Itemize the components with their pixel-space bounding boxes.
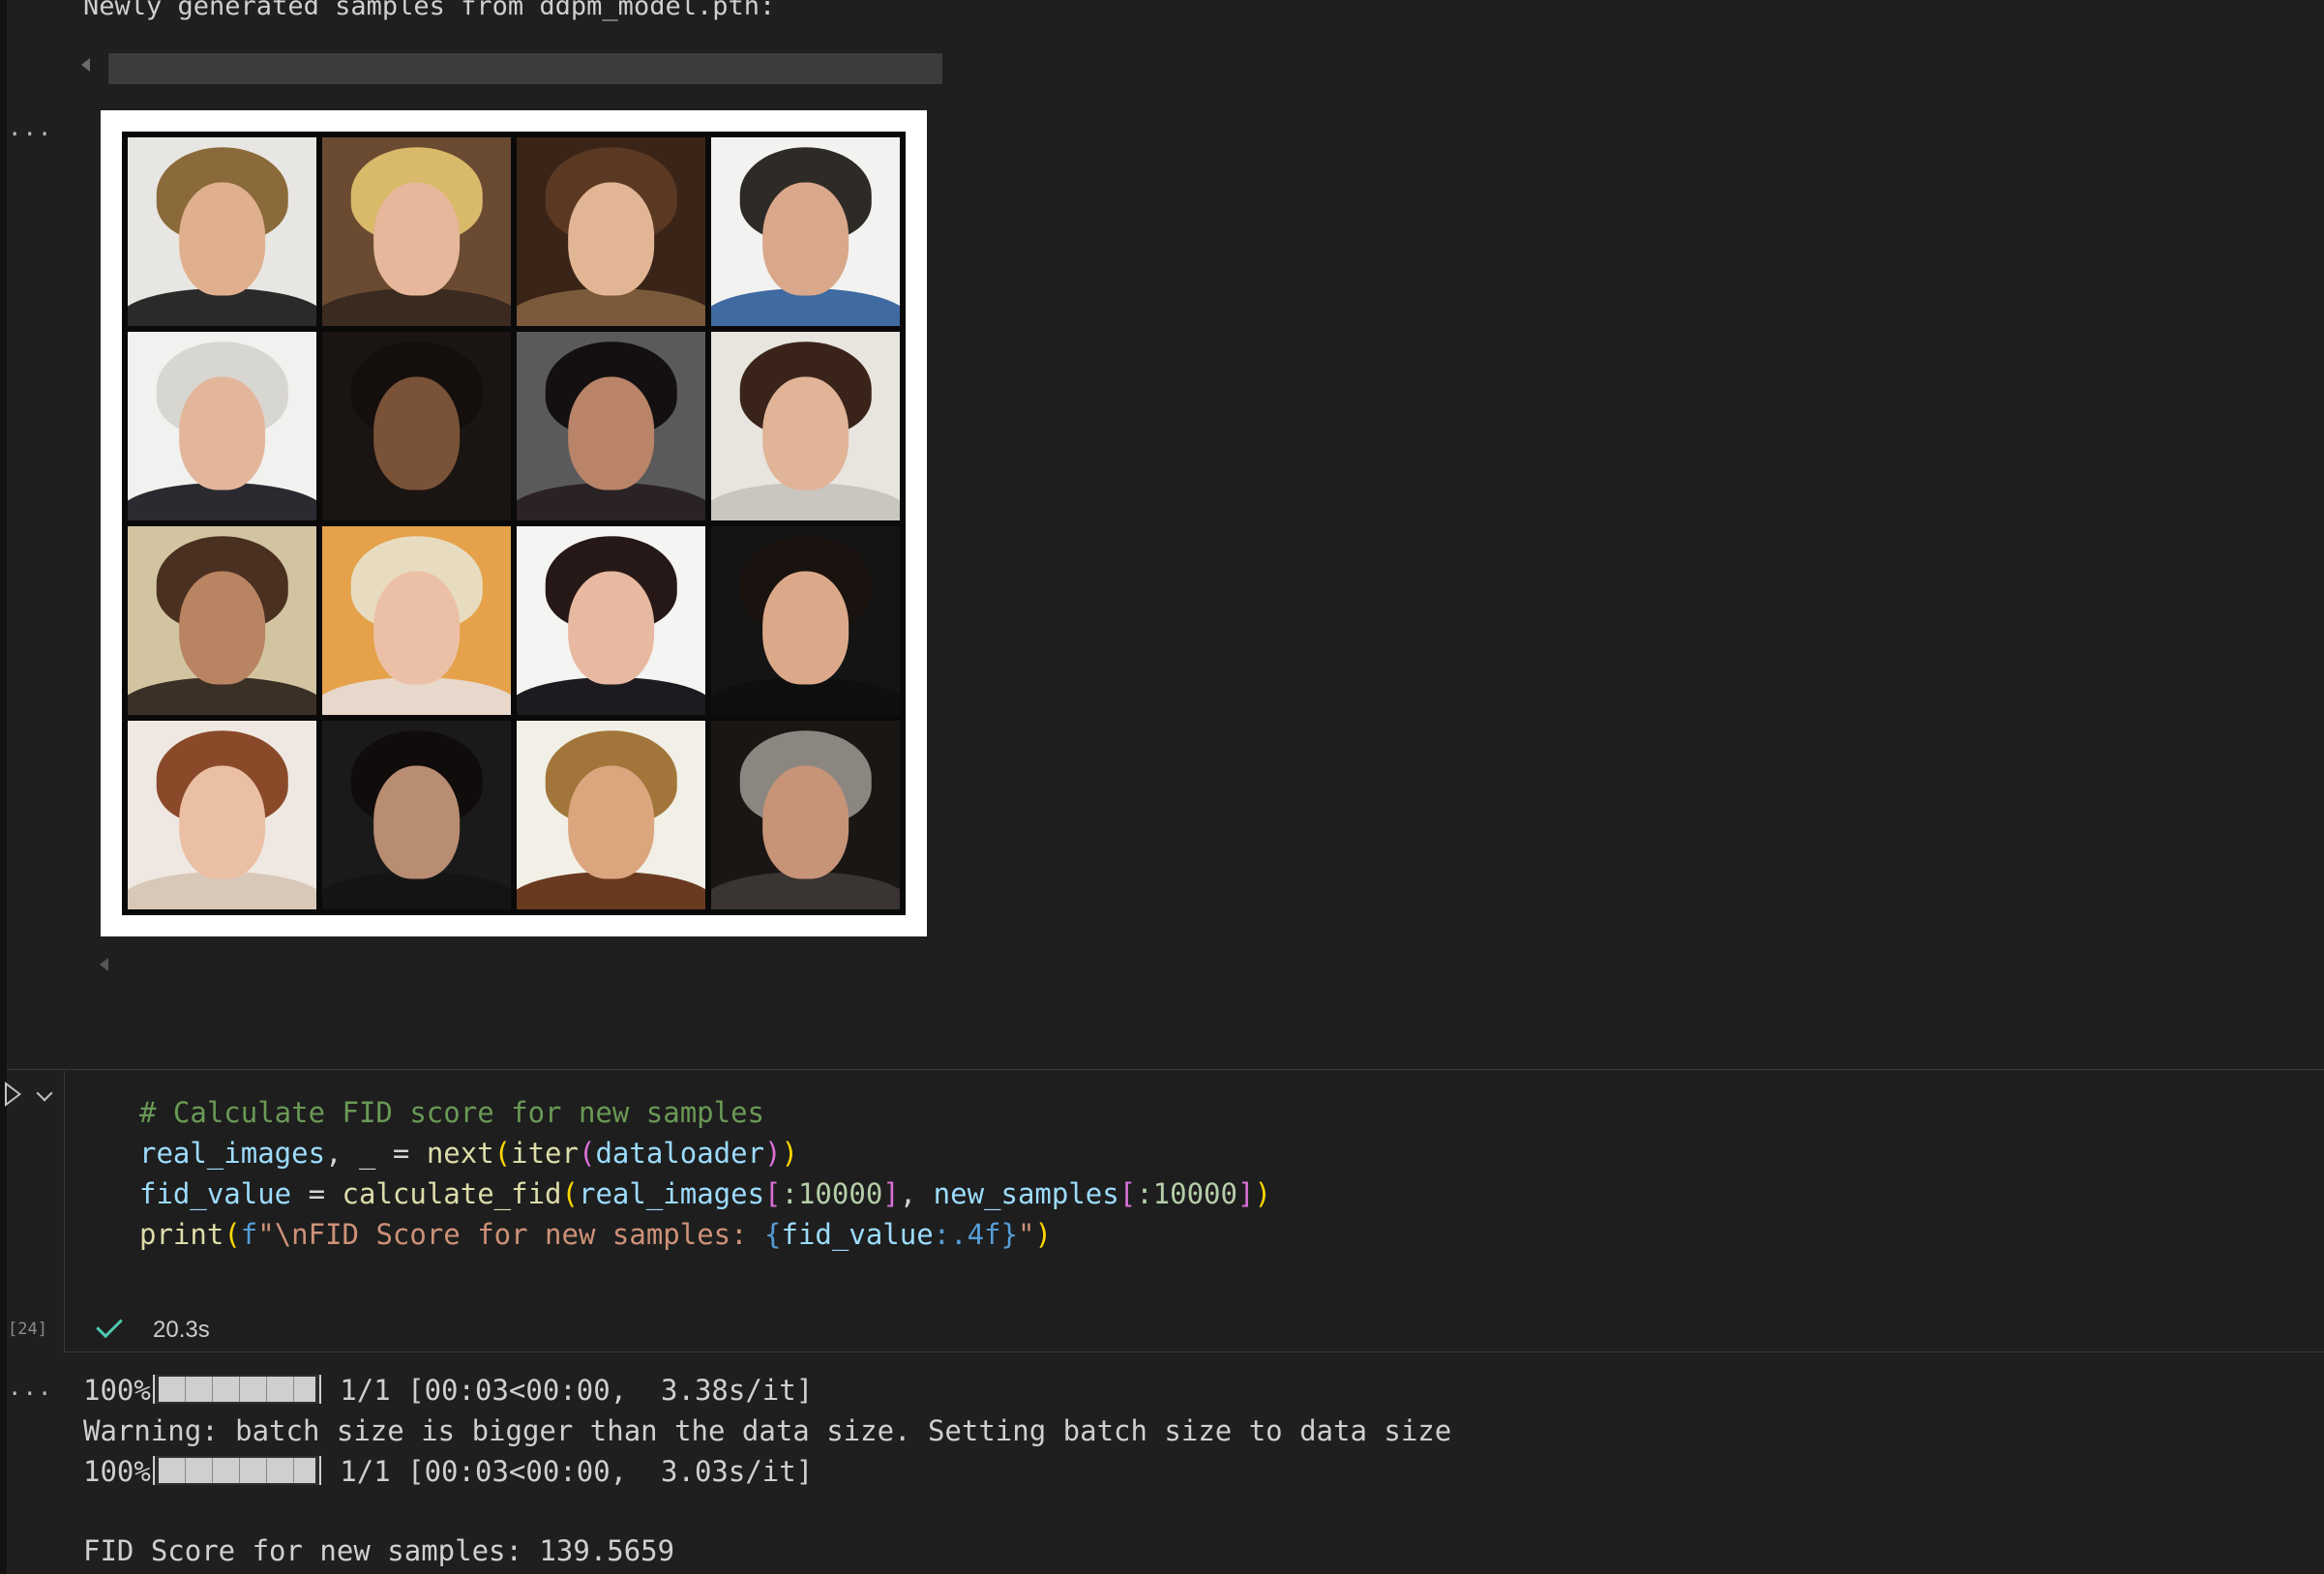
code-token: ( [578, 1137, 596, 1170]
face-skin [567, 571, 655, 685]
code-token: f [240, 1218, 258, 1251]
face-sample-tile [322, 332, 511, 520]
output-more-actions-icon[interactable]: ... [8, 114, 52, 141]
code-token: ) [781, 1137, 798, 1170]
left-rail [0, 0, 7, 1574]
face-skin [761, 182, 849, 296]
face-sample-tile [517, 137, 705, 326]
code-token: ( [223, 1218, 241, 1251]
progress-percent: 100% [83, 1374, 151, 1407]
face-sample-tile [711, 721, 900, 909]
code-token: :10000 [1136, 1177, 1237, 1210]
code-token: , _ = [325, 1137, 427, 1170]
code-line-3: fid_value = calculate_fid(real_images[:1… [139, 1177, 1271, 1210]
progress-bar [152, 1375, 321, 1404]
code-token: " [1017, 1218, 1035, 1251]
face-sample-tile [128, 137, 316, 326]
code-line-2: real_images, _ = next(iter(dataloader)) [139, 1137, 798, 1170]
code-comment: # Calculate FID score for new samples [139, 1096, 765, 1129]
face-skin [372, 182, 461, 296]
code-token: :10000 [781, 1177, 883, 1210]
code-token: ] [1236, 1177, 1255, 1210]
face-skin [178, 376, 266, 490]
code-token: ( [561, 1177, 579, 1210]
progress-bar [152, 1456, 321, 1485]
face-sample-tile [711, 526, 900, 715]
code-token: = [291, 1177, 343, 1210]
face-skin [372, 571, 461, 685]
face-sample-tile [711, 137, 900, 326]
code-line-1: # Calculate FID score for new samples [139, 1096, 764, 1129]
code-token: real_images [578, 1177, 765, 1210]
code-token: fid_value [139, 1177, 292, 1210]
code-token: real_images [139, 1137, 326, 1170]
code-token: , [899, 1177, 934, 1210]
code-token: ] [882, 1177, 900, 1210]
output-heading: Newly generated samples from ddpm_model.… [83, 0, 776, 21]
code-token: } [1000, 1218, 1018, 1251]
face-skin [178, 182, 266, 296]
progress-percent: 100% [83, 1455, 151, 1488]
execution-duration: 20.3s [153, 1317, 210, 1343]
execution-count: [24] [8, 1320, 47, 1339]
cell-divider [7, 1069, 2324, 1070]
progress-stats: 1/1 [00:03<00:00, 3.38s/it] [322, 1374, 814, 1407]
code-token: dataloader [595, 1137, 765, 1170]
face-sample-tile [322, 721, 511, 909]
face-skin [761, 571, 849, 685]
code-token: ) [1034, 1218, 1052, 1251]
face-skin [372, 765, 461, 879]
face-skin [567, 765, 655, 879]
code-token: ( [493, 1137, 512, 1170]
code-token: calculate_fid [342, 1177, 562, 1210]
output-more-actions-icon[interactable]: ... [8, 1374, 52, 1401]
face-sample-tile [322, 137, 511, 326]
face-sample-tile [517, 332, 705, 520]
warning-line: Warning: batch size is bigger than the d… [83, 1414, 1452, 1447]
face-skin [761, 376, 849, 490]
face-sample-tile [128, 721, 316, 909]
face-sample-tile [322, 526, 511, 715]
code-token: { [764, 1218, 782, 1251]
face-sample-tile [128, 332, 316, 520]
generated-samples-image [101, 110, 927, 936]
horizontal-scrollbar[interactable] [108, 53, 942, 84]
face-skin [178, 765, 266, 879]
progress-line-1: 100% 1/1 [00:03<00:00, 3.38s/it] [83, 1374, 813, 1407]
face-skin [761, 765, 849, 879]
code-token: ) [1254, 1177, 1271, 1210]
code-token: [ [764, 1177, 782, 1210]
progress-bar-fill [158, 1458, 315, 1483]
fid-score-line: FID Score for new samples: 139.5659 [83, 1534, 675, 1567]
code-token: "\nFID Score for new samples: [257, 1218, 765, 1251]
progress-line-2: 100% 1/1 [00:03<00:00, 3.03s/it] [83, 1455, 813, 1488]
face-sample-tile [517, 526, 705, 715]
progress-bar-fill [158, 1377, 315, 1402]
face-skin [567, 182, 655, 296]
code-token: next [426, 1137, 494, 1170]
code-token: fid_value [781, 1218, 934, 1251]
chevron-down-icon[interactable] [36, 1084, 53, 1102]
face-sample-tile [711, 332, 900, 520]
scroll-left-arrow-icon[interactable] [81, 58, 90, 72]
face-sample-tile [128, 526, 316, 715]
code-token: [ [1118, 1177, 1137, 1210]
code-token: iter [511, 1137, 579, 1170]
output-scroll-left-icon[interactable] [100, 958, 108, 971]
code-line-4: print(f"\nFID Score for new samples: {fi… [139, 1218, 1052, 1251]
code-token: ) [764, 1137, 782, 1170]
face-skin [372, 376, 461, 490]
progress-stats: 1/1 [00:03<00:00, 3.03s/it] [322, 1455, 814, 1488]
face-skin [178, 571, 266, 685]
code-token: new_samples [933, 1177, 1119, 1210]
face-sample-tile [517, 721, 705, 909]
code-token: :.4f [933, 1218, 1001, 1251]
run-cell-icon[interactable] [5, 1082, 21, 1107]
face-skin [567, 376, 655, 490]
code-token: print [139, 1218, 224, 1251]
face-sample-grid [122, 132, 906, 915]
